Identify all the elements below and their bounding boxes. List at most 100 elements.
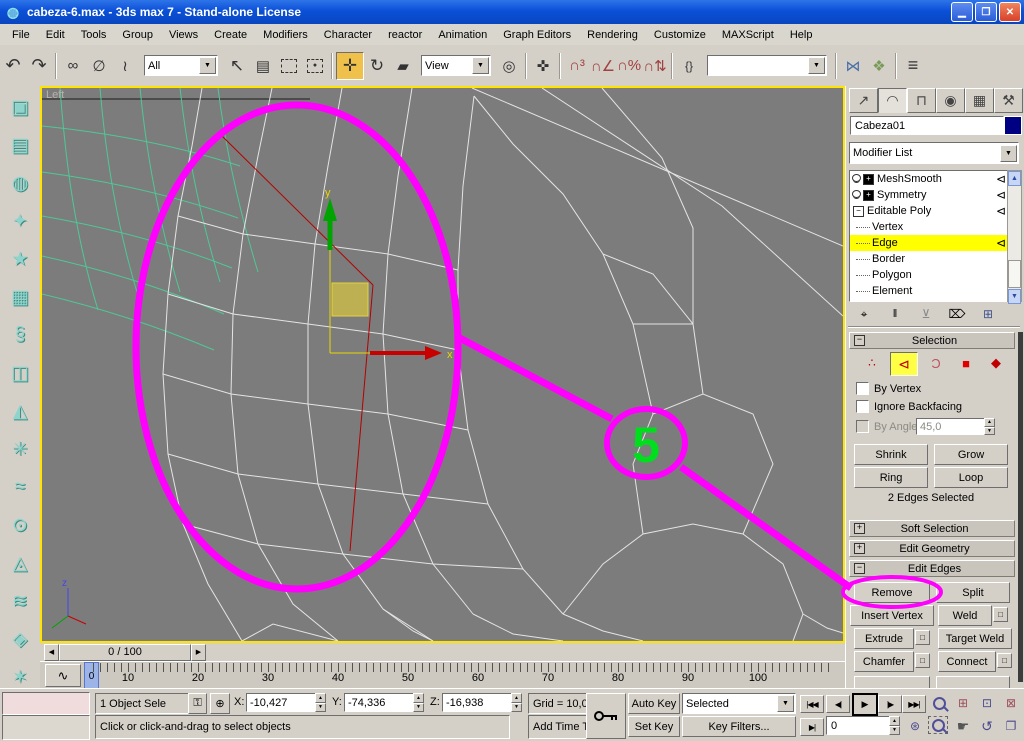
- layer-manager-icon[interactable]: ≡: [900, 53, 926, 79]
- menu-animation[interactable]: Animation: [430, 27, 495, 43]
- go-to-end-button[interactable]: ▶▶|: [902, 695, 926, 713]
- by-angle-field[interactable]: 45,0: [916, 418, 985, 435]
- lightbulb-icon[interactable]: [852, 174, 861, 182]
- by-vertex-checkbox[interactable]: By Vertex: [856, 382, 921, 395]
- viewport-label[interactable]: Left: [46, 89, 64, 101]
- previous-frame-button[interactable]: ◀|: [826, 695, 850, 713]
- menu-tools[interactable]: Tools: [73, 27, 115, 43]
- zoom-icon[interactable]: [928, 693, 950, 713]
- scroll-up-icon[interactable]: ▲: [1008, 171, 1021, 186]
- menu-edit[interactable]: Edit: [38, 27, 73, 43]
- y-axis-arrow[interactable]: [323, 198, 337, 221]
- configure-modifier-sets-icon[interactable]: ⊞: [978, 306, 998, 322]
- y-coord-field[interactable]: -74,336: [344, 693, 417, 712]
- menu-modifiers[interactable]: Modifiers: [255, 27, 316, 43]
- tab-display-icon[interactable]: ▦: [965, 88, 994, 113]
- element-mode-icon[interactable]: ◆: [984, 352, 1008, 374]
- next-frame-button[interactable]: |▶: [878, 695, 902, 713]
- z-coord-field[interactable]: -16,938: [442, 693, 515, 712]
- percent-snap-icon[interactable]: ∩%: [616, 53, 642, 79]
- stack-item-vertex[interactable]: Vertex: [850, 219, 1008, 235]
- object-color-swatch[interactable]: [1004, 116, 1022, 135]
- play-button[interactable]: ▶: [852, 693, 878, 716]
- tab-modify-icon[interactable]: ◠: [878, 88, 907, 113]
- chamfer-settings-button[interactable]: □: [915, 653, 930, 668]
- soft-body-collection-icon[interactable]: ◍: [5, 166, 35, 200]
- redo-icon[interactable]: ↷: [26, 53, 52, 79]
- menu-rendering[interactable]: Rendering: [579, 27, 646, 43]
- reference-coordinate-dropdown[interactable]: View ▼: [421, 55, 491, 76]
- connect-button[interactable]: Connect: [938, 651, 996, 672]
- auto-key-button[interactable]: Auto Key: [628, 693, 680, 714]
- rope-collection-icon[interactable]: ✦: [5, 204, 35, 238]
- select-and-link-icon[interactable]: ∞: [60, 53, 86, 79]
- plane-icon[interactable]: ▦: [5, 280, 35, 314]
- restore-button[interactable]: ❐: [975, 2, 997, 22]
- rigid-body-collection-icon[interactable]: ▣: [5, 90, 35, 124]
- chamfer-button[interactable]: Chamfer: [854, 651, 914, 672]
- z-spinner[interactable]: ▲ ▼: [511, 693, 522, 712]
- border-mode-icon[interactable]: Ɔ: [924, 352, 948, 374]
- constraint-solver-icon[interactable]: ◈: [5, 622, 35, 656]
- extrude-button[interactable]: Extrude: [854, 628, 914, 649]
- chevron-down-icon[interactable]: ▼: [472, 57, 489, 74]
- tab-motion-icon[interactable]: ◉: [936, 88, 965, 113]
- wind-icon[interactable]: ≈: [5, 470, 35, 504]
- shrink-button[interactable]: Shrink: [854, 444, 928, 465]
- remove-button[interactable]: Remove: [854, 582, 930, 603]
- close-button[interactable]: ✕: [999, 2, 1021, 22]
- menu-create[interactable]: Create: [206, 27, 255, 43]
- menu-maxscript[interactable]: MAXScript: [714, 27, 782, 43]
- toy-car-icon[interactable]: ⊙: [5, 508, 35, 542]
- menu-views[interactable]: Views: [161, 27, 206, 43]
- split-button[interactable]: Split: [936, 582, 1010, 603]
- x-axis-arrow[interactable]: [425, 346, 442, 360]
- menu-customize[interactable]: Customize: [646, 27, 714, 43]
- selection-filter-dropdown[interactable]: All ▼: [144, 55, 218, 76]
- modifier-list-dropdown[interactable]: Modifier List ▼: [849, 142, 1019, 164]
- snap-toggle-3d-icon[interactable]: ∩³: [564, 53, 590, 79]
- by-angle-spinner[interactable]: ▲ ▼: [984, 418, 995, 435]
- title-bar[interactable]: ◍ cabeza-6.max - 3ds max 7 - Stand-alone…: [0, 0, 1024, 24]
- tab-create-icon[interactable]: ↗: [849, 88, 878, 113]
- spring-icon[interactable]: §: [5, 318, 35, 352]
- panel-scrollbar[interactable]: [1018, 332, 1023, 682]
- edit-geometry-rollout[interactable]: + Edit Geometry: [849, 540, 1015, 557]
- vertex-mode-icon[interactable]: ∴: [860, 352, 884, 374]
- select-and-rotate-icon[interactable]: ↻: [364, 53, 390, 79]
- clipped-button[interactable]: [936, 676, 1010, 688]
- loop-button[interactable]: Loop: [934, 467, 1008, 488]
- zoom-extents-all-icon[interactable]: ⊠: [1000, 693, 1022, 713]
- chevron-down-icon[interactable]: ▼: [777, 695, 794, 712]
- zoom-extents-icon[interactable]: ⊡: [976, 693, 998, 713]
- stack-item-edge[interactable]: Edge ⊲: [850, 235, 1008, 251]
- extrude-settings-button[interactable]: □: [915, 630, 930, 645]
- rectangular-selection-region-icon[interactable]: [276, 53, 302, 79]
- time-slider[interactable]: 0 / 100: [59, 643, 191, 661]
- scrollbar-thumb[interactable]: [1008, 260, 1021, 288]
- menu-file[interactable]: File: [4, 27, 38, 43]
- clipped-button[interactable]: [854, 676, 930, 688]
- deforming-mesh-collection-icon[interactable]: ★: [5, 242, 35, 276]
- zoom-all-icon[interactable]: ⊞: [952, 693, 974, 713]
- edit-edges-rollout[interactable]: − Edit Edges: [849, 560, 1015, 577]
- pin-stack-icon[interactable]: ⌖: [854, 306, 874, 322]
- track-bar[interactable]: ∿ 0 10 20 30 40 50 60 70 80 90 100: [40, 661, 845, 690]
- absolute-offset-mode-icon[interactable]: ⊕: [210, 693, 230, 714]
- chevron-down-icon[interactable]: ▼: [1000, 144, 1017, 162]
- chevron-down-icon[interactable]: ▼: [808, 57, 825, 74]
- unlink-selection-icon[interactable]: ∅: [86, 53, 112, 79]
- open-mini-curve-editor-button[interactable]: ∿: [45, 664, 81, 687]
- bind-to-spacewarp-icon[interactable]: ≀: [112, 53, 138, 79]
- collapse-icon[interactable]: −: [853, 205, 864, 217]
- connect-settings-button[interactable]: □: [997, 653, 1012, 668]
- frame-spinner[interactable]: ▲ ▼: [889, 716, 900, 735]
- stack-scrollbar[interactable]: ▲ ▼: [1007, 170, 1022, 304]
- window-crossing-icon[interactable]: ●: [302, 53, 328, 79]
- remove-modifier-icon[interactable]: ⌦: [947, 306, 967, 322]
- show-end-result-icon[interactable]: ‖: [885, 306, 905, 322]
- target-weld-button[interactable]: Target Weld: [938, 628, 1012, 649]
- edge-mode-icon[interactable]: ⊲: [890, 352, 918, 376]
- menu-group[interactable]: Group: [114, 27, 161, 43]
- menu-reactor[interactable]: reactor: [380, 27, 430, 43]
